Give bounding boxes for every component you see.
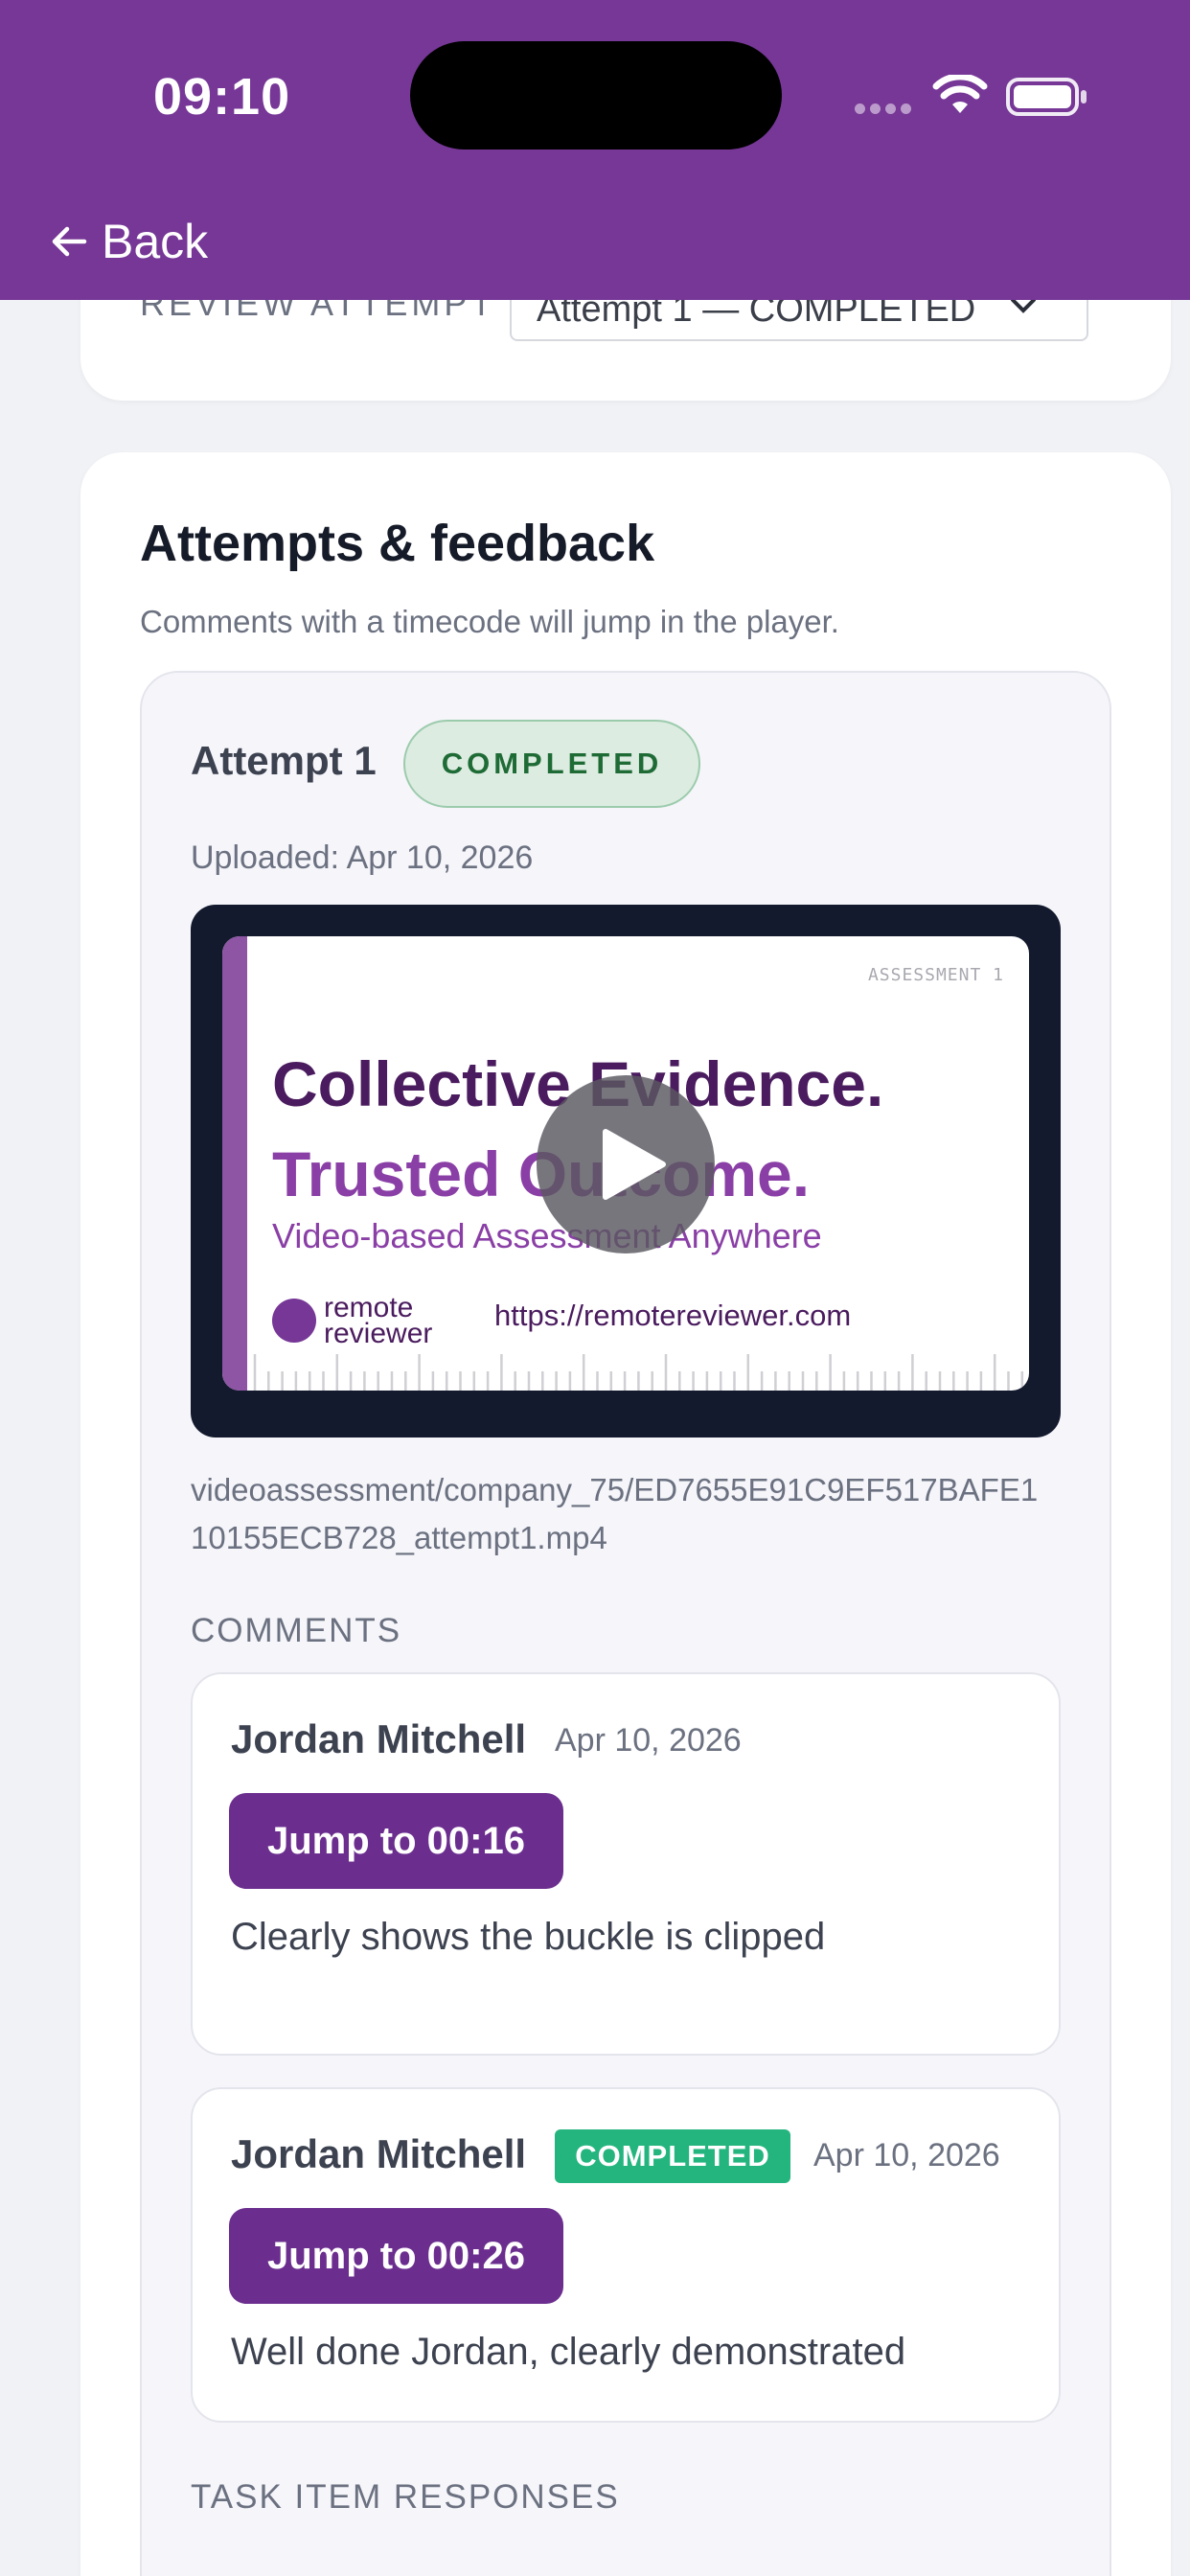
section-subtitle: Comments with a timecode will jump in th… (140, 604, 839, 639)
comment-text: Clearly shows the buckle is clipped (231, 1916, 826, 1958)
comment-card: Jordan Mitchell COMPLETED Apr 10, 2026 J… (191, 2087, 1061, 2423)
comments-heading: COMMENTS (191, 1612, 402, 1649)
jump-to-timecode-button[interactable]: Jump to 00:16 (229, 1793, 563, 1889)
comment-date: Apr 10, 2026 (813, 2137, 1000, 2174)
app-bar: 09:10 Back (0, 0, 1190, 300)
attempt-status-badge: COMPLETED (403, 720, 700, 808)
status-time: 09:10 (153, 68, 291, 126)
play-icon (603, 1129, 666, 1200)
back-button[interactable]: Back (50, 213, 208, 270)
thumbnail-ruler (253, 1354, 1024, 1391)
comment-date: Apr 10, 2026 (555, 1722, 742, 1759)
back-arrow-icon (52, 226, 87, 257)
comment-text: Well done Jordan, clearly demonstrated (231, 2331, 906, 2373)
thumbnail-tag: ASSESSMENT 1 (867, 965, 1004, 985)
thumbnail-url: https://remotereviewer.com (494, 1299, 852, 1332)
play-button[interactable] (537, 1075, 715, 1254)
comment-status-badge: COMPLETED (555, 2129, 790, 2183)
jump-to-timecode-button[interactable]: Jump to 00:26 (229, 2208, 563, 2304)
cellular-signal-icon (855, 104, 912, 117)
logo-text-1: remote (324, 1292, 414, 1323)
thumbnail-tagline: Video-based Assessment Anywhere (272, 1216, 822, 1255)
comment-author: Jordan Mitchell (231, 2131, 527, 2176)
section-title: Attempts & feedback (140, 515, 655, 572)
thumbnail-accent-bar (222, 936, 247, 1391)
comment-card: Jordan Mitchell Apr 10, 2026 Jump to 00:… (191, 1672, 1061, 2056)
wifi-icon (932, 75, 988, 113)
dynamic-island (410, 41, 782, 150)
remote-reviewer-logo: remote reviewer (272, 1292, 433, 1349)
battery-icon (1006, 78, 1087, 116)
task-item-responses-heading: TASK ITEM RESPONSES (191, 2478, 620, 2516)
video-file-path: videoassessment/company_75/ED7655E91C9EF… (191, 1472, 1039, 1555)
comment-author: Jordan Mitchell (231, 1716, 527, 1761)
logo-text-2: reviewer (324, 1318, 433, 1349)
logo-mark-icon (272, 1299, 316, 1343)
attempt-name: Attempt 1 (191, 738, 377, 783)
back-label: Back (102, 215, 209, 268)
uploaded-date: Uploaded: Apr 10, 2026 (191, 840, 534, 876)
